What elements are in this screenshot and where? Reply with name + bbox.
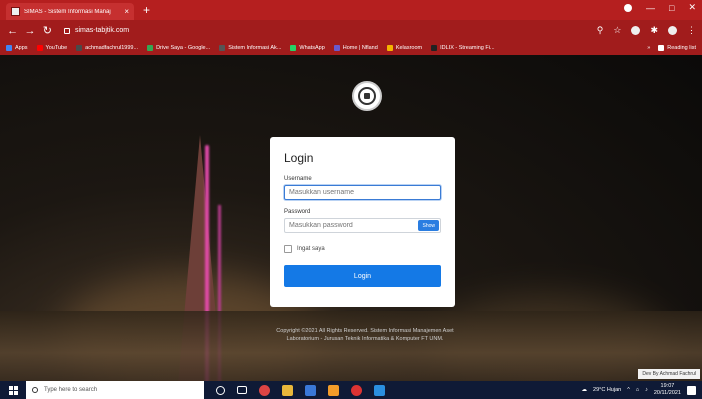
- volume-icon[interactable]: ♪: [645, 387, 648, 393]
- bookmarks-right: » Reading list: [647, 45, 696, 51]
- puzzle-icon[interactable]: ✱: [650, 25, 658, 36]
- minimize-button[interactable]: —: [646, 3, 655, 13]
- weather-icon: ☁: [581, 387, 588, 393]
- notification-icon[interactable]: [687, 385, 696, 395]
- logo-emblem-icon: [358, 87, 376, 105]
- sublime-icon[interactable]: [328, 384, 339, 396]
- university-logo: [352, 81, 382, 111]
- browser-tab[interactable]: SIMAS - Sistem Informasi Manaj ×: [6, 3, 134, 20]
- classroom-icon: [386, 45, 393, 51]
- browser-tabstrip: SIMAS - Sistem Informasi Manaj × + — □ ✕: [0, 0, 702, 20]
- globe-icon: [219, 45, 226, 51]
- bookmark-sistem-informasi[interactable]: Sistem Informasi Ak...: [219, 45, 281, 51]
- back-arrow-icon[interactable]: ←: [6, 25, 19, 37]
- password-label: Password: [284, 209, 311, 215]
- close-window-button[interactable]: ✕: [688, 2, 696, 13]
- lock-icon: [63, 27, 70, 34]
- profile-icon[interactable]: [624, 3, 633, 12]
- bookmarks-overflow-button[interactable]: »: [647, 45, 650, 51]
- store-icon[interactable]: [305, 384, 316, 396]
- vscode-icon[interactable]: [374, 384, 385, 396]
- taskbar-search[interactable]: Type here to search: [26, 381, 204, 399]
- extension-icon[interactable]: [631, 26, 641, 35]
- new-tab-button[interactable]: +: [143, 3, 150, 17]
- apps-grid-icon: [6, 45, 12, 51]
- show-password-button[interactable]: Show: [418, 220, 439, 231]
- whatsapp-icon: [290, 45, 297, 51]
- toolbar-actions: ⚲ ☆ ✱ ⋮: [597, 25, 696, 36]
- cortana-icon[interactable]: [216, 385, 225, 395]
- remember-me: Ingat saya: [284, 245, 441, 253]
- chrome-icon[interactable]: [259, 384, 270, 396]
- login-card: Login Username Password Show Ingat saya …: [270, 137, 455, 307]
- start-button[interactable]: [0, 381, 26, 399]
- drive-icon: [147, 45, 154, 51]
- taskbar-search-placeholder: Type here to search: [44, 387, 98, 393]
- address-bar[interactable]: simas-tabjtik.com: [63, 23, 597, 38]
- menu-dots-icon[interactable]: ⋮: [687, 25, 696, 36]
- network-icon[interactable]: ⌂: [636, 387, 639, 393]
- site-favicon-icon: [11, 7, 20, 16]
- film-icon: [431, 45, 438, 51]
- bookmark-home[interactable]: Home | Nfland: [333, 45, 378, 51]
- mail-icon: [76, 45, 83, 51]
- forward-arrow-icon[interactable]: →: [23, 25, 36, 37]
- clock-time: 19:07: [660, 383, 675, 389]
- maximize-button[interactable]: □: [669, 3, 674, 13]
- copyright-text: Copyright ©2021 All Rights Reserved. Sis…: [276, 328, 454, 342]
- file-explorer-icon[interactable]: [282, 384, 293, 396]
- bookmark-youtube[interactable]: YouTube: [36, 45, 67, 51]
- password-row: Show: [284, 218, 441, 233]
- remember-checkbox[interactable]: [284, 245, 292, 253]
- task-view-icon[interactable]: [237, 386, 247, 394]
- windows-logo-icon: [8, 385, 18, 395]
- tab-close-icon[interactable]: ×: [124, 7, 129, 16]
- username-label: Username: [284, 176, 312, 182]
- star-icon[interactable]: ☆: [613, 25, 621, 36]
- search-icon: [32, 387, 38, 393]
- bookmark-email[interactable]: achmadfachrul1999...: [76, 45, 138, 51]
- reading-list-button[interactable]: Reading list: [658, 45, 696, 51]
- window-controls: — □ ✕: [624, 2, 696, 13]
- tray-chevron-icon[interactable]: ^: [627, 387, 630, 393]
- tab-title: SIMAS - Sistem Informasi Manaj: [24, 8, 111, 15]
- bookmarks-bar: Apps YouTube achmadfachrul1999... Drive …: [0, 41, 702, 55]
- taskbar-apps: [216, 384, 385, 396]
- login-page: Login Username Password Show Ingat saya …: [0, 55, 702, 381]
- login-button[interactable]: Login: [284, 265, 441, 287]
- home-icon: [333, 45, 340, 51]
- bookmark-whatsapp[interactable]: WhatsApp: [290, 45, 325, 51]
- browser-toolbar: ← → ↻ simas-tabjtik.com ⚲ ☆ ✱ ⋮: [0, 20, 702, 41]
- windows-taskbar: Type here to search ☁ 29°C Hujan ^ ⌂ ♪ 1…: [0, 381, 702, 399]
- reading-list-icon: [658, 45, 665, 51]
- bookmark-idlix[interactable]: IDLIX - Streaming Fi...: [431, 45, 495, 51]
- password-input[interactable]: [284, 218, 441, 233]
- url-text: simas-tabjtik.com: [74, 27, 130, 34]
- system-tray: ☁ 29°C Hujan ^ ⌂ ♪ 19:07 20/11/2021: [582, 383, 702, 397]
- developer-credit-link[interactable]: Dev By Achmad Fachrul: [638, 369, 700, 379]
- bookmark-drive[interactable]: Drive Saya - Google...: [147, 45, 210, 51]
- background-city-lights: [0, 311, 702, 381]
- reload-icon[interactable]: ↻: [41, 24, 54, 37]
- zoom-icon[interactable]: ⚲: [597, 25, 604, 36]
- login-title: Login: [284, 151, 314, 165]
- bookmark-apps[interactable]: Apps: [6, 45, 28, 51]
- app-icon[interactable]: [351, 384, 362, 396]
- username-input[interactable]: [284, 185, 441, 200]
- clock-date: 20/11/2021: [653, 390, 681, 396]
- bookmark-classroom[interactable]: Kelasroom: [386, 45, 422, 51]
- taskbar-clock[interactable]: 19:07 20/11/2021: [654, 383, 681, 397]
- remember-label: Ingat saya: [297, 246, 325, 252]
- weather-text[interactable]: 29°C Hujan: [593, 387, 621, 393]
- youtube-icon: [36, 45, 43, 51]
- account-avatar[interactable]: [668, 26, 678, 35]
